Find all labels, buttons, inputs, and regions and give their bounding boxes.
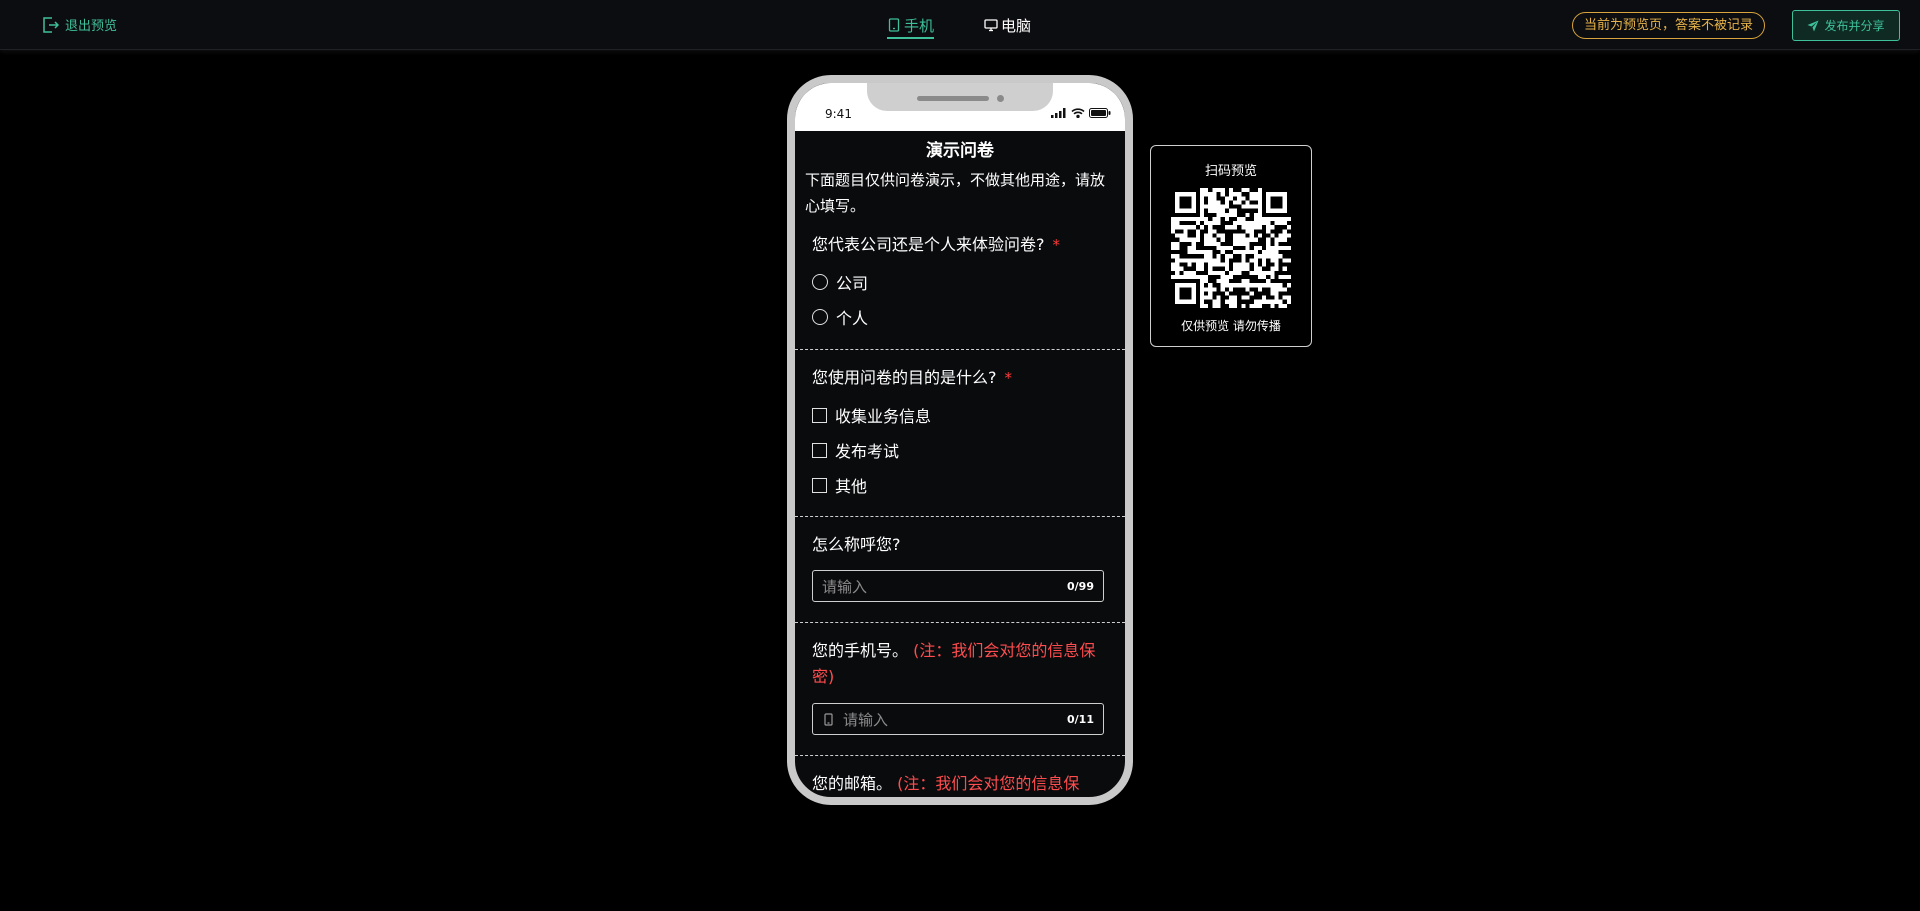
question-title-text: 您的手机号。 (812, 641, 909, 660)
status-time: 9:41 (825, 107, 852, 121)
checkbox[interactable] (812, 477, 827, 493)
checkbox-option-business-info[interactable]: 收集业务信息 (812, 403, 931, 427)
top-bar: 退出预览 手机 电脑 当前为预览页，答案不被记录 发布并分享 (0, 0, 1920, 50)
question-title-text: 您的邮箱。 (812, 774, 893, 793)
phone-frame: 9:41 演示问卷 下面题目仅供问卷演示，不做其他用途，请放心填写。 您代表公司… (787, 75, 1133, 805)
question-title: 您的邮箱。 (注：我们会对您的信息保 (812, 771, 1112, 797)
name-input-placeholder: 请输入 (822, 577, 868, 596)
option-label: 个人 (836, 309, 869, 328)
question-phone-number: 您的手机号。 (注：我们会对您的信息保密) 请输入 0/11 (795, 623, 1125, 756)
option-label: 收集业务信息 (835, 407, 932, 426)
radio-button[interactable] (812, 274, 828, 290)
speaker (917, 96, 989, 101)
question-title-text: 您使用问卷的目的是什么? (812, 368, 997, 387)
battery-icon (1089, 108, 1111, 118)
publish-share-label: 发布并分享 (1824, 19, 1885, 33)
name-input[interactable]: 请输入 0/99 (812, 570, 1104, 602)
option-label: 其他 (835, 477, 868, 496)
radio-option-company[interactable]: 公司 (812, 270, 868, 294)
tab-phone-label: 手机 (904, 16, 935, 35)
phone-icon (888, 18, 900, 32)
required-mark: * (1004, 369, 1013, 387)
send-icon (1807, 20, 1819, 31)
char-counter: 0/11 (1067, 712, 1094, 726)
question-title: 怎么称呼您? (812, 535, 901, 554)
phone-notch (867, 83, 1053, 111)
option-label: 发布考试 (835, 442, 900, 461)
camera (997, 95, 1004, 102)
question-title: 您使用问卷的目的是什么? * (812, 365, 1012, 391)
survey-content[interactable]: 演示问卷 下面题目仅供问卷演示，不做其他用途，请放心填写。 您代表公司还是个人来… (795, 131, 1125, 797)
qr-footer: 仅供预览 请勿传播 (1181, 319, 1281, 333)
exit-preview-label: 退出预览 (65, 19, 118, 34)
question-title: 您的手机号。 (注：我们会对您的信息保密) (812, 638, 1104, 690)
status-icons (1051, 108, 1111, 118)
monitor-icon (984, 19, 998, 32)
radio-option-person[interactable]: 个人 (812, 305, 868, 329)
radio-button[interactable] (812, 309, 828, 325)
status-bar: 9:41 (795, 83, 1125, 131)
privacy-note: (注：我们会对您的信息保 (897, 774, 1080, 793)
option-label: 公司 (836, 274, 869, 293)
exit-preview-button[interactable]: 退出预览 (41, 15, 117, 34)
publish-share-button[interactable]: 发布并分享 (1792, 10, 1900, 41)
mobile-icon (824, 712, 833, 726)
tab-phone[interactable]: 手机 (887, 0, 935, 50)
question-name: 怎么称呼您? 请输入 0/99 (795, 517, 1125, 623)
tab-desktop-label: 电脑 (1001, 16, 1032, 35)
signal-icon (1051, 108, 1066, 118)
question-purpose: 您使用问卷的目的是什么? * 收集业务信息 发布考试 其他 (795, 350, 1125, 517)
question-company-or-person: 您代表公司还是个人来体验问卷? * 公司 个人 (795, 131, 1125, 350)
wifi-icon (1071, 108, 1085, 118)
checkbox[interactable] (812, 407, 827, 423)
phone-number-input[interactable]: 请输入 0/11 (812, 703, 1104, 735)
question-email: 您的邮箱。 (注：我们会对您的信息保 (795, 756, 1125, 797)
checkbox-option-exam[interactable]: 发布考试 (812, 438, 899, 462)
question-title-text: 您代表公司还是个人来体验问卷? (812, 235, 1045, 254)
checkbox-option-other[interactable]: 其他 (812, 473, 867, 497)
qr-preview-card: 扫码预览 仅供预览 请勿传播 (1150, 145, 1312, 347)
qr-title: 扫码预览 (1204, 164, 1257, 179)
required-mark: * (1052, 236, 1061, 254)
preview-notice-badge: 当前为预览页，答案不被记录 (1572, 12, 1766, 39)
tab-desktop[interactable]: 电脑 (984, 0, 1031, 50)
exit-icon (43, 16, 59, 33)
checkbox[interactable] (812, 442, 827, 458)
qr-modules (1171, 188, 1291, 308)
phone-input-placeholder: 请输入 (843, 710, 889, 729)
question-title: 您代表公司还是个人来体验问卷? * (812, 232, 1060, 258)
device-tabs: 手机 电脑 (887, 0, 1031, 50)
char-counter: 0/99 (1067, 579, 1094, 593)
qr-code (1171, 188, 1291, 308)
